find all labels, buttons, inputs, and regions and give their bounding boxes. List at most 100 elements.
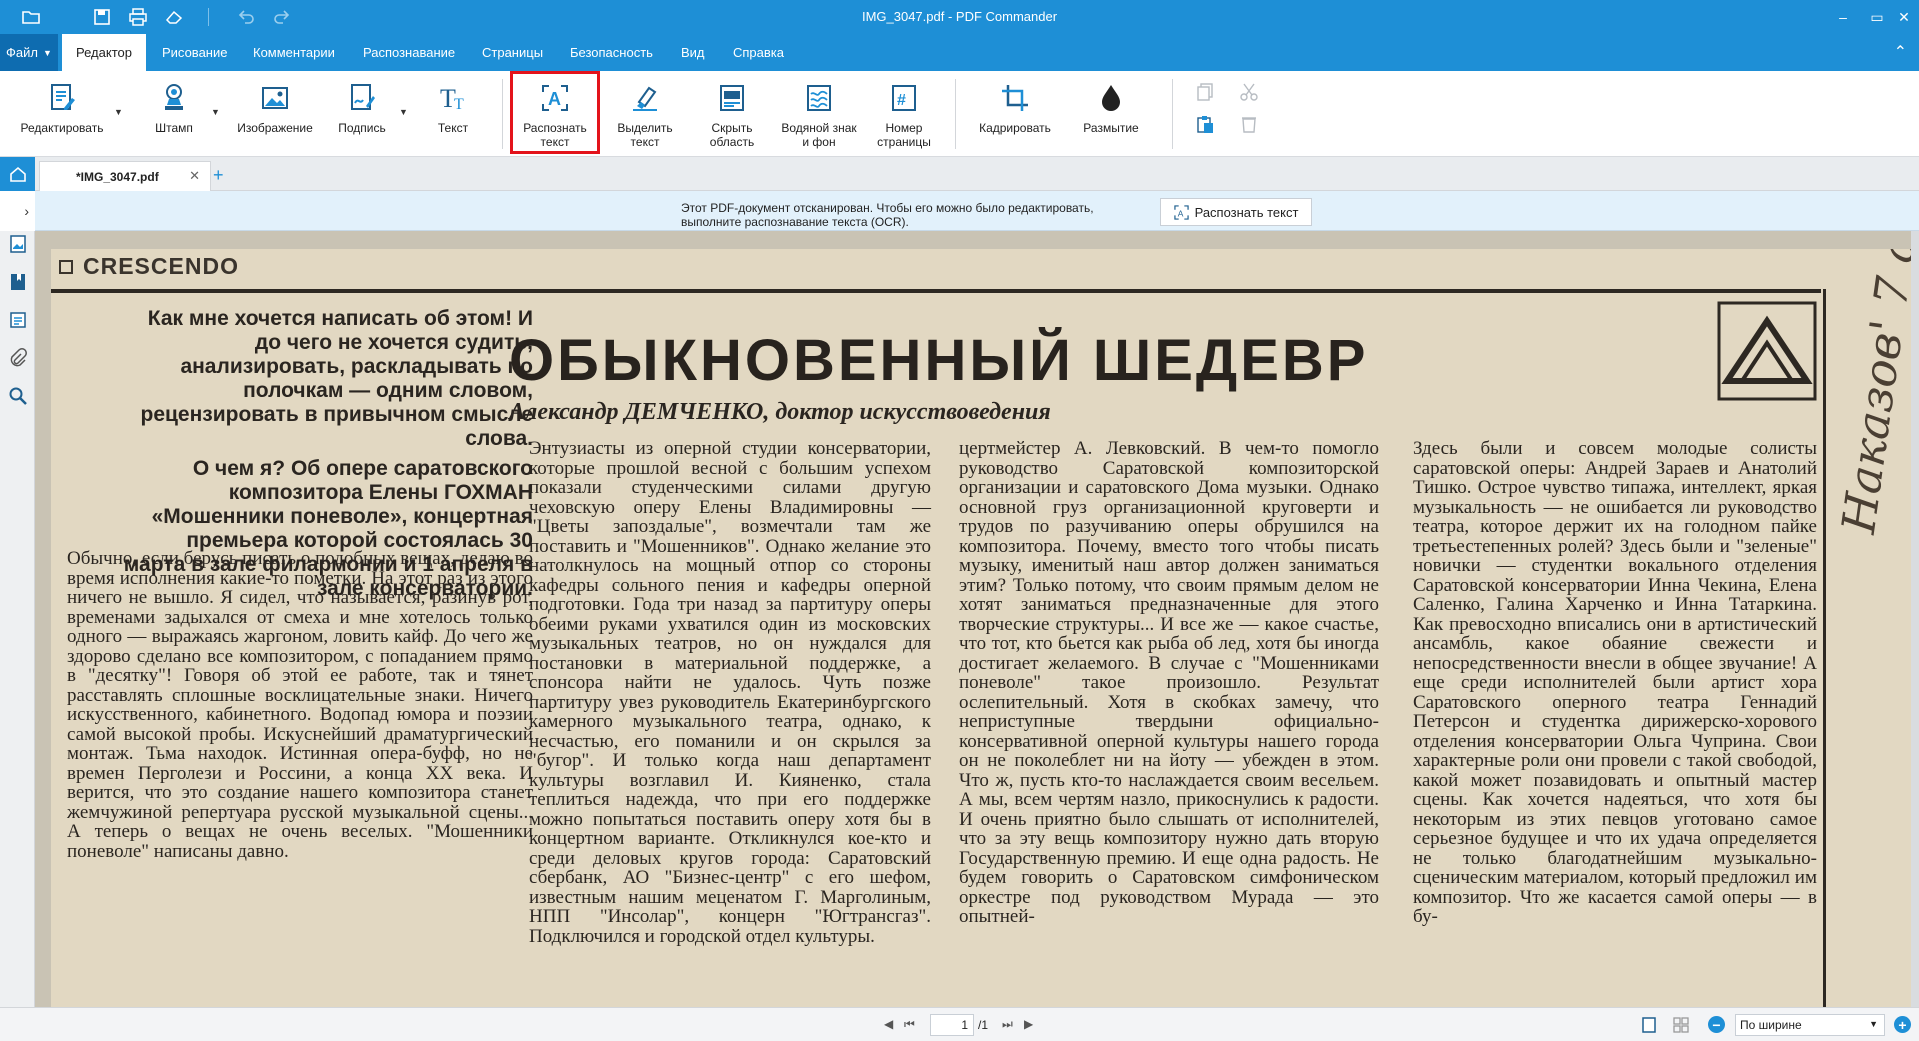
chevron-down-icon: ▼	[43, 47, 52, 58]
cut-icon[interactable]	[1238, 81, 1260, 103]
crop-icon	[998, 81, 1032, 115]
close-button[interactable]: ✕	[1893, 6, 1915, 28]
first-page-icon[interactable]: ◀	[884, 1017, 893, 1031]
image-tool-label: Изображение	[237, 121, 313, 135]
page-number-button[interactable]: # Номер страницы	[866, 77, 942, 155]
article-byline: Александр ДЕМЧЕНКО, доктор искусствоведе…	[509, 399, 1051, 425]
signature-tool-button[interactable]: Подпись	[330, 77, 394, 155]
tab-comments[interactable]: Комментарии	[239, 34, 349, 71]
stamp-tool-label: Штамп	[155, 121, 193, 135]
article-headline: ОБЫКНОВЕННЫЙ ШЕДЕВР	[509, 328, 1369, 393]
last-page-icon[interactable]: ▶	[1024, 1017, 1033, 1031]
pages-thumbnail-icon[interactable]	[5, 231, 31, 257]
edit-dropdown-icon[interactable]: ▼	[114, 107, 123, 117]
crop-tool-button[interactable]: Кадрировать	[970, 77, 1060, 155]
document-viewport[interactable]: CRESCENDO Как мне хочется написать об эт…	[35, 231, 1919, 1007]
bookmarks-icon[interactable]	[5, 269, 31, 295]
home-icon[interactable]	[0, 157, 35, 191]
crop-tool-label: Кадрировать	[979, 121, 1051, 135]
svg-text:A: A	[1177, 208, 1183, 218]
tab-drawing[interactable]: Рисование	[148, 34, 241, 71]
ocr-scan-text-icon: A	[538, 81, 572, 115]
scanned-page: CRESCENDO Как мне хочется написать об эт…	[51, 249, 1919, 1007]
article-column-3: цертмейстер А. Левковский. В чем-то помо…	[959, 438, 1379, 927]
ocr-scan-icon: A	[1173, 204, 1189, 220]
image-icon	[258, 81, 292, 115]
annotations-icon[interactable]	[5, 307, 31, 333]
ocr-tool-label: Распознать текст	[523, 121, 587, 149]
signature-dropdown-icon[interactable]: ▼	[399, 107, 408, 117]
zoom-value: По ширине	[1740, 1018, 1802, 1032]
document-tab-name: *IMG_3047.pdf	[76, 169, 159, 184]
next-page-icon[interactable]: ⏭	[1002, 1017, 1013, 1032]
ribbon-toolbar: Редактировать ▼ Штамп ▼ Изображение Подп…	[0, 71, 1919, 157]
expand-panel-icon[interactable]: ›	[0, 191, 35, 231]
delete-icon[interactable]	[1238, 113, 1260, 135]
add-tab-icon[interactable]: +	[213, 165, 224, 186]
right-rule	[1823, 289, 1826, 1007]
signature-tool-label: Подпись	[338, 121, 386, 135]
chevron-down-icon: ▼	[1869, 1019, 1878, 1029]
document-tab-bar: *IMG_3047.pdf ✕ +	[35, 157, 1919, 191]
collapse-ribbon-icon[interactable]: ⌃	[1894, 42, 1907, 62]
stamp-dropdown-icon[interactable]: ▼	[211, 107, 220, 117]
copy-icon[interactable]	[1194, 81, 1216, 103]
close-tab-icon[interactable]: ✕	[189, 168, 200, 184]
window-title: IMG_3047.pdf - PDF Commander	[861, 9, 1058, 24]
zoom-in-button[interactable]: +	[1894, 1016, 1911, 1033]
highlight-text-label: Выделить текст	[617, 121, 673, 149]
minimize-button[interactable]: –	[1832, 6, 1854, 28]
tab-security[interactable]: Безопасность	[556, 34, 667, 71]
ribbon-separator	[502, 79, 503, 149]
ocr-tool-button[interactable]: A Распознать текст	[513, 77, 597, 155]
tab-help[interactable]: Справка	[719, 34, 798, 71]
tab-pages[interactable]: Страницы	[468, 34, 557, 71]
tab-view[interactable]: Вид	[667, 34, 719, 71]
text-tool-label: Текст	[437, 121, 469, 135]
section-heading: CRESCENDO	[59, 253, 239, 280]
stamp-tool-button[interactable]: Штамп	[146, 77, 202, 155]
tab-editor[interactable]: Редактор	[62, 34, 146, 71]
tab-recognition[interactable]: Распознавание	[349, 34, 469, 71]
section-heading-text: CRESCENDO	[83, 253, 239, 279]
highlight-text-button[interactable]: Выделить текст	[605, 77, 685, 155]
vertical-scrollbar[interactable]	[1911, 231, 1919, 1007]
text-tool-button[interactable]: TT Текст	[425, 77, 481, 155]
zoom-out-button[interactable]: −	[1708, 1016, 1725, 1033]
watermark-button[interactable]: Водяной знак и фон	[774, 77, 864, 155]
maximize-button[interactable]: ▭	[1866, 6, 1888, 28]
search-icon[interactable]	[5, 383, 31, 409]
redact-area-icon	[715, 81, 749, 115]
edit-tool-button[interactable]: Редактировать	[10, 77, 114, 155]
page-number-input[interactable]: 1	[930, 1014, 974, 1036]
svg-text:A: A	[548, 89, 561, 109]
article-column-4: Здесь были и совсем молодые солисты сара…	[1413, 438, 1817, 927]
blur-tool-label: Размытие	[1083, 121, 1139, 135]
watermark-icon	[802, 81, 836, 115]
paste-icon[interactable]	[1194, 113, 1216, 135]
stamp-icon	[157, 81, 191, 115]
previous-page-icon[interactable]: ⏮	[904, 1017, 915, 1032]
lede-paragraph-1: Как мне хочется написать об этом! И до ч…	[140, 307, 534, 450]
left-sidebar	[0, 157, 35, 1007]
signature-icon	[345, 81, 379, 115]
svg-text:#: #	[897, 92, 906, 109]
ribbon-separator	[1172, 79, 1173, 149]
recognize-text-button[interactable]: A Распознать текст	[1160, 198, 1312, 226]
top-rule	[51, 289, 1821, 293]
attachments-icon[interactable]	[5, 345, 31, 371]
title-bar: IMG_3047.pdf - PDF Commander – ▭ ✕	[0, 0, 1919, 34]
grid-view-icon[interactable]	[1672, 1016, 1690, 1034]
image-tool-button[interactable]: Изображение	[230, 77, 320, 155]
edit-document-icon	[45, 81, 79, 115]
document-tab[interactable]: *IMG_3047.pdf ✕	[39, 161, 211, 191]
single-page-view-icon[interactable]	[1640, 1016, 1658, 1034]
highlighter-icon	[628, 81, 662, 115]
blur-tool-button[interactable]: Размытие	[1070, 77, 1152, 155]
zoom-select[interactable]: По ширине ▼	[1735, 1014, 1885, 1036]
status-bar: ◀ ⏮ 1 /1 ⏭ ▶ − По ширине ▼ +	[0, 1007, 1919, 1041]
hide-area-button[interactable]: Скрыть область	[690, 77, 774, 155]
watermark-label: Водяной знак и фон	[781, 121, 857, 149]
ribbon-tab-strip: Файл ▼ Редактор Рисование Комментарии Ра…	[0, 34, 1919, 71]
file-menu-button[interactable]: Файл ▼	[0, 34, 58, 71]
